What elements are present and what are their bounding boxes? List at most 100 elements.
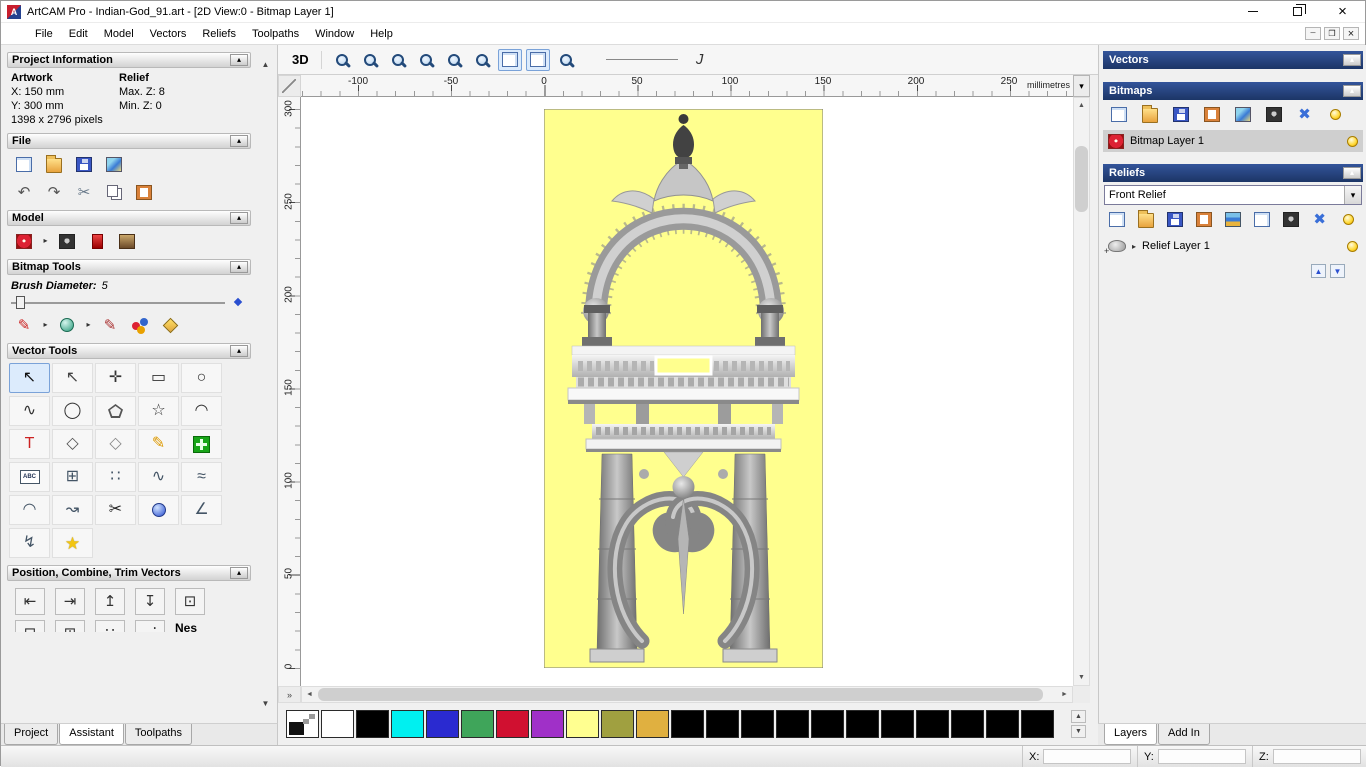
palette-scroll-up-icon[interactable] xyxy=(1071,710,1086,723)
scroll-down-icon[interactable] xyxy=(1074,670,1089,685)
calculator-icon[interactable] xyxy=(1277,208,1304,230)
snap-toggle-right-icon[interactable] xyxy=(525,48,550,71)
create-arc-icon[interactable]: ◠ xyxy=(181,396,222,426)
color-swatch[interactable] xyxy=(566,710,599,738)
slider-handle[interactable] xyxy=(16,296,25,309)
color-swatch[interactable] xyxy=(461,710,494,738)
paragraph-text-icon[interactable]: ABC xyxy=(9,462,50,492)
color-swatch[interactable] xyxy=(1021,710,1054,738)
delete-bitmap-layer-icon[interactable]: ✖ xyxy=(1290,103,1319,125)
combine-union-icon[interactable]: ⊟ xyxy=(15,620,45,632)
color-swatch[interactable] xyxy=(776,710,809,738)
color-swatch[interactable] xyxy=(391,710,424,738)
create-polyline-icon[interactable]: ∿ xyxy=(9,396,50,426)
save-bitmap-icon[interactable] xyxy=(1166,103,1195,125)
relief-layer-row[interactable]: Relief Layer 1 xyxy=(1103,235,1363,257)
create-circle-icon[interactable]: ○ xyxy=(181,363,222,393)
align-left-icon[interactable]: ⇤ xyxy=(15,588,45,615)
tab-assistant[interactable]: Assistant xyxy=(59,724,124,745)
color-swatch[interactable] xyxy=(426,710,459,738)
smooth-vectors-icon[interactable]: ≈ xyxy=(181,462,222,492)
menu-file[interactable]: File xyxy=(27,25,61,43)
zoom-fit-icon[interactable] xyxy=(414,49,438,71)
save-relief-icon[interactable] xyxy=(1162,208,1189,230)
expand-layer-icon[interactable] xyxy=(1132,240,1136,252)
scroll-up-icon[interactable] xyxy=(258,57,273,72)
scroll-left-icon[interactable] xyxy=(302,687,317,702)
color-swatch[interactable] xyxy=(706,710,739,738)
menu-help[interactable]: Help xyxy=(362,25,401,43)
color-swatch[interactable] xyxy=(356,710,389,738)
contrast-icon[interactable] xyxy=(1259,103,1288,125)
create-star-icon[interactable]: ☆ xyxy=(138,396,179,426)
face-photo-icon[interactable] xyxy=(114,229,140,253)
color-swatch[interactable] xyxy=(951,710,984,738)
paste-icon[interactable] xyxy=(131,180,157,204)
mdi-minimize-icon[interactable] xyxy=(1305,27,1321,40)
create-rectangle-icon[interactable]: ▭ xyxy=(138,363,179,393)
align-centre-icon[interactable]: ⊡ xyxy=(175,588,205,615)
flyout-arrow-icon[interactable]: ▸ xyxy=(41,313,50,337)
move-layer-up-icon[interactable] xyxy=(1311,264,1326,278)
collapse-section-icon[interactable] xyxy=(1343,85,1361,97)
zoom-objects-icon[interactable] xyxy=(442,49,466,71)
join-with-line-icon[interactable]: ↝ xyxy=(52,495,93,525)
color-swatch[interactable] xyxy=(916,710,949,738)
relief-selector[interactable]: Front Relief xyxy=(1104,185,1362,205)
minimize-icon[interactable] xyxy=(1230,1,1275,22)
color-swatch[interactable] xyxy=(321,710,354,738)
color-swatch[interactable] xyxy=(811,710,844,738)
zoom-previous-icon[interactable] xyxy=(470,49,494,71)
open-model-icon[interactable] xyxy=(41,152,67,176)
scroll-right-icon[interactable] xyxy=(1057,687,1072,702)
draw-icon[interactable]: ✎ xyxy=(97,313,123,337)
palette-scroll-down-icon[interactable] xyxy=(1071,725,1086,738)
new-model-icon[interactable] xyxy=(11,152,37,176)
cut-icon[interactable]: ✂ xyxy=(71,180,97,204)
color-swatch[interactable] xyxy=(671,710,704,738)
align-bottom-icon[interactable]: ↧ xyxy=(135,588,165,615)
relief-stack-icon[interactable] xyxy=(1220,208,1247,230)
relief-layer-visibility-icon[interactable] xyxy=(1347,240,1358,252)
color-swatch[interactable] xyxy=(846,710,879,738)
create-ellipse-icon[interactable]: ◯ xyxy=(52,396,93,426)
paint-brush-icon[interactable]: ✎ xyxy=(11,313,37,337)
transform-vectors-icon[interactable]: ✛ xyxy=(95,363,136,393)
fillet-icon[interactable]: ◇ xyxy=(95,429,136,459)
color-swatch[interactable] xyxy=(741,710,774,738)
move-layer-down-icon[interactable] xyxy=(1330,264,1345,278)
paint-selective-icon[interactable] xyxy=(54,313,80,337)
flyout-arrow-icon[interactable]: ▸ xyxy=(41,229,50,253)
bitmap-layer-row[interactable]: Bitmap Layer 1 xyxy=(1103,130,1363,152)
interactive-trim-icon[interactable] xyxy=(138,495,179,525)
colour-palette-icon[interactable] xyxy=(127,313,153,337)
merge-bitmap-icon[interactable] xyxy=(1197,103,1226,125)
collapse-section-icon[interactable] xyxy=(230,567,248,579)
zoom-selected-icon[interactable] xyxy=(554,49,578,71)
assistant-panel-scrollbar[interactable] xyxy=(258,57,273,711)
snap-toggle-left-icon[interactable] xyxy=(497,48,522,71)
zoom-window-icon[interactable] xyxy=(386,49,410,71)
tab-add-in[interactable]: Add In xyxy=(1158,724,1210,745)
offset-vectors-icon[interactable]: ◇ xyxy=(52,429,93,459)
zoom-out-icon[interactable] xyxy=(358,49,382,71)
export-model-icon[interactable] xyxy=(101,152,127,176)
new-bitmap-layer-icon[interactable] xyxy=(1104,103,1133,125)
mdi-close-icon[interactable] xyxy=(1343,27,1359,40)
collapse-section-icon[interactable] xyxy=(1343,167,1361,179)
horizontal-scroll-thumb[interactable] xyxy=(318,688,1043,701)
line-style-selector[interactable]: J xyxy=(686,48,714,72)
menu-reliefs[interactable]: Reliefs xyxy=(194,25,244,43)
collapse-section-icon[interactable] xyxy=(230,54,248,66)
tab-project[interactable]: Project xyxy=(4,724,59,745)
combine-subtract-icon[interactable]: ⊞ xyxy=(55,620,85,632)
menu-edit[interactable]: Edit xyxy=(61,25,96,43)
line-style-icon[interactable]: J xyxy=(688,49,712,71)
merge-relief-icon[interactable] xyxy=(1191,208,1218,230)
undo-icon[interactable]: ↶ xyxy=(11,180,37,204)
bitmap-layer-visibility-icon[interactable] xyxy=(1347,135,1358,147)
vector-doctor-icon[interactable]: ✎ xyxy=(138,429,179,459)
trim-vectors-icon[interactable]: ✂ xyxy=(95,495,136,525)
collapse-section-icon[interactable] xyxy=(230,212,248,224)
face-wizard-icon[interactable] xyxy=(11,229,37,253)
